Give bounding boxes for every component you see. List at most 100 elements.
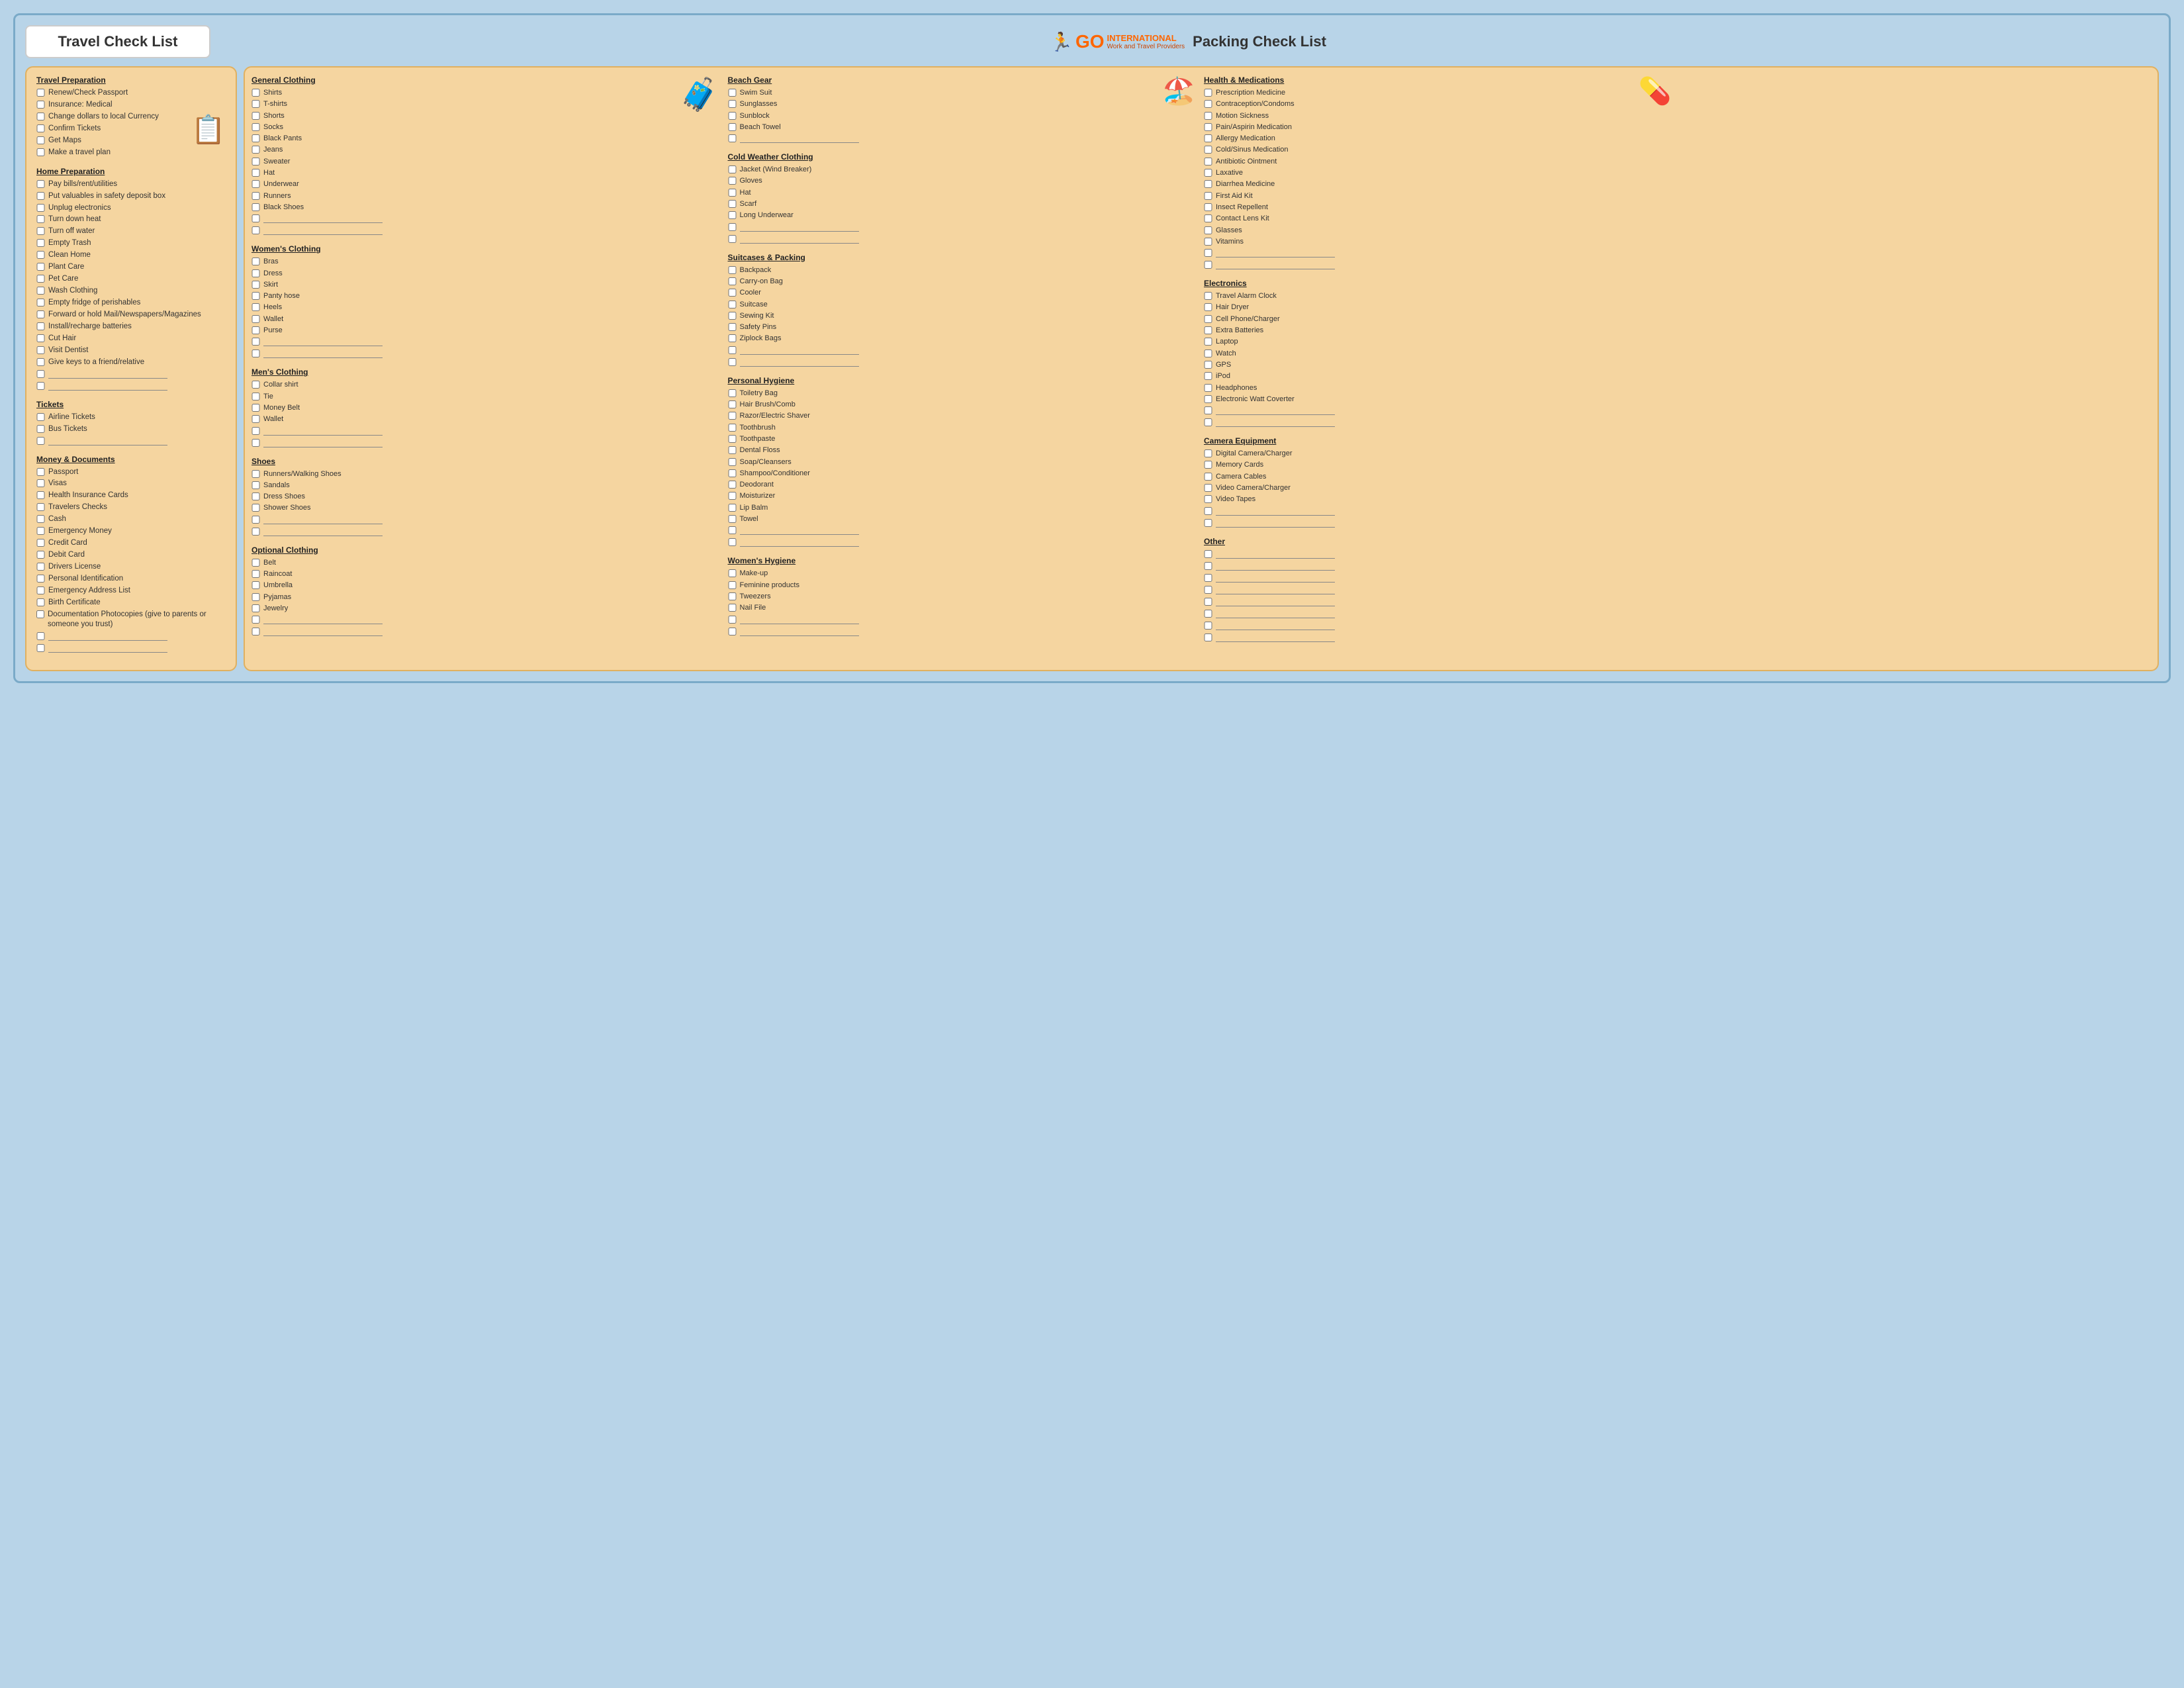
check-box[interactable]: [1204, 303, 1212, 311]
check-box[interactable]: [728, 200, 737, 208]
check-box[interactable]: [728, 89, 737, 97]
check-box[interactable]: [36, 113, 45, 120]
blank-check-box[interactable]: [728, 223, 737, 231]
blank-check-box[interactable]: [728, 358, 737, 366]
check-box[interactable]: [728, 389, 737, 397]
check-box[interactable]: [251, 112, 260, 120]
check-box[interactable]: [36, 101, 45, 109]
check-box[interactable]: [1204, 146, 1212, 154]
blank-check-box[interactable]: [36, 644, 45, 652]
check-box[interactable]: [251, 404, 260, 412]
blank-check-box[interactable]: [1204, 574, 1212, 582]
check-box[interactable]: [251, 393, 260, 400]
blank-check-box[interactable]: [251, 616, 260, 624]
check-box[interactable]: [36, 89, 45, 97]
check-box[interactable]: [251, 492, 260, 500]
check-box[interactable]: [728, 515, 737, 523]
blank-check-box[interactable]: [251, 439, 260, 447]
check-box[interactable]: [36, 299, 45, 306]
blank-check-box[interactable]: [728, 538, 737, 546]
check-box[interactable]: [728, 400, 737, 408]
blank-check-box[interactable]: [1204, 562, 1212, 570]
blank-check-box[interactable]: [1204, 622, 1212, 630]
check-box[interactable]: [728, 424, 737, 432]
check-box[interactable]: [1204, 326, 1212, 334]
blank-check-box[interactable]: [251, 226, 260, 234]
check-box[interactable]: [728, 435, 737, 443]
check-box[interactable]: [728, 323, 737, 331]
check-box[interactable]: [251, 315, 260, 323]
check-box[interactable]: [728, 446, 737, 454]
check-box[interactable]: [1204, 192, 1212, 200]
check-box[interactable]: [728, 504, 737, 512]
check-box[interactable]: [1204, 214, 1212, 222]
check-box[interactable]: [36, 215, 45, 223]
check-box[interactable]: [251, 326, 260, 334]
check-box[interactable]: [728, 592, 737, 600]
check-box[interactable]: [36, 227, 45, 235]
check-box[interactable]: [36, 551, 45, 559]
blank-check-box[interactable]: [36, 437, 45, 445]
check-box[interactable]: [36, 136, 45, 144]
check-box[interactable]: [728, 334, 737, 342]
check-box[interactable]: [36, 515, 45, 523]
check-box[interactable]: [1204, 169, 1212, 177]
check-box[interactable]: [36, 563, 45, 571]
check-box[interactable]: [251, 100, 260, 108]
check-box[interactable]: [36, 263, 45, 271]
check-box[interactable]: [36, 334, 45, 342]
check-box[interactable]: [251, 123, 260, 131]
check-box[interactable]: [728, 458, 737, 466]
check-box[interactable]: [728, 301, 737, 308]
check-box[interactable]: [36, 425, 45, 433]
check-box[interactable]: [36, 192, 45, 200]
check-box[interactable]: [251, 180, 260, 188]
check-box[interactable]: [251, 415, 260, 423]
check-box[interactable]: [728, 277, 737, 285]
check-box[interactable]: [251, 258, 260, 265]
check-box[interactable]: [36, 598, 45, 606]
check-box[interactable]: [251, 381, 260, 389]
check-box[interactable]: [36, 310, 45, 318]
blank-check-box[interactable]: [251, 214, 260, 222]
check-box[interactable]: [36, 346, 45, 354]
check-box[interactable]: [1204, 203, 1212, 211]
check-box[interactable]: [251, 570, 260, 578]
blank-check-box[interactable]: [36, 382, 45, 390]
check-box[interactable]: [1204, 100, 1212, 108]
check-box[interactable]: [251, 481, 260, 489]
blank-check-box[interactable]: [36, 370, 45, 378]
check-box[interactable]: [728, 312, 737, 320]
blank-check-box[interactable]: [1204, 550, 1212, 558]
check-box[interactable]: [728, 112, 737, 120]
check-box[interactable]: [1204, 180, 1212, 188]
check-box[interactable]: [36, 239, 45, 247]
check-box[interactable]: [1204, 495, 1212, 503]
check-box[interactable]: [36, 358, 45, 366]
check-box[interactable]: [251, 303, 260, 311]
check-box[interactable]: [36, 610, 44, 618]
blank-check-box[interactable]: [728, 628, 737, 635]
check-box[interactable]: [728, 412, 737, 420]
blank-check-box[interactable]: [1204, 507, 1212, 515]
blank-check-box[interactable]: [36, 632, 45, 640]
check-box[interactable]: [251, 581, 260, 589]
check-box[interactable]: [1204, 473, 1212, 481]
check-box[interactable]: [36, 575, 45, 583]
check-box[interactable]: [36, 468, 45, 476]
check-box[interactable]: [1204, 238, 1212, 246]
blank-check-box[interactable]: [251, 528, 260, 536]
check-box[interactable]: [1204, 350, 1212, 357]
blank-check-box[interactable]: [251, 516, 260, 524]
check-box[interactable]: [36, 251, 45, 259]
check-box[interactable]: [251, 89, 260, 97]
check-box[interactable]: [251, 146, 260, 154]
blank-check-box[interactable]: [1204, 633, 1212, 641]
check-box[interactable]: [36, 586, 45, 594]
blank-check-box[interactable]: [728, 235, 737, 243]
blank-check-box[interactable]: [251, 350, 260, 357]
blank-check-box[interactable]: [251, 338, 260, 346]
blank-check-box[interactable]: [1204, 586, 1212, 594]
blank-check-box[interactable]: [1204, 261, 1212, 269]
check-box[interactable]: [728, 165, 737, 173]
